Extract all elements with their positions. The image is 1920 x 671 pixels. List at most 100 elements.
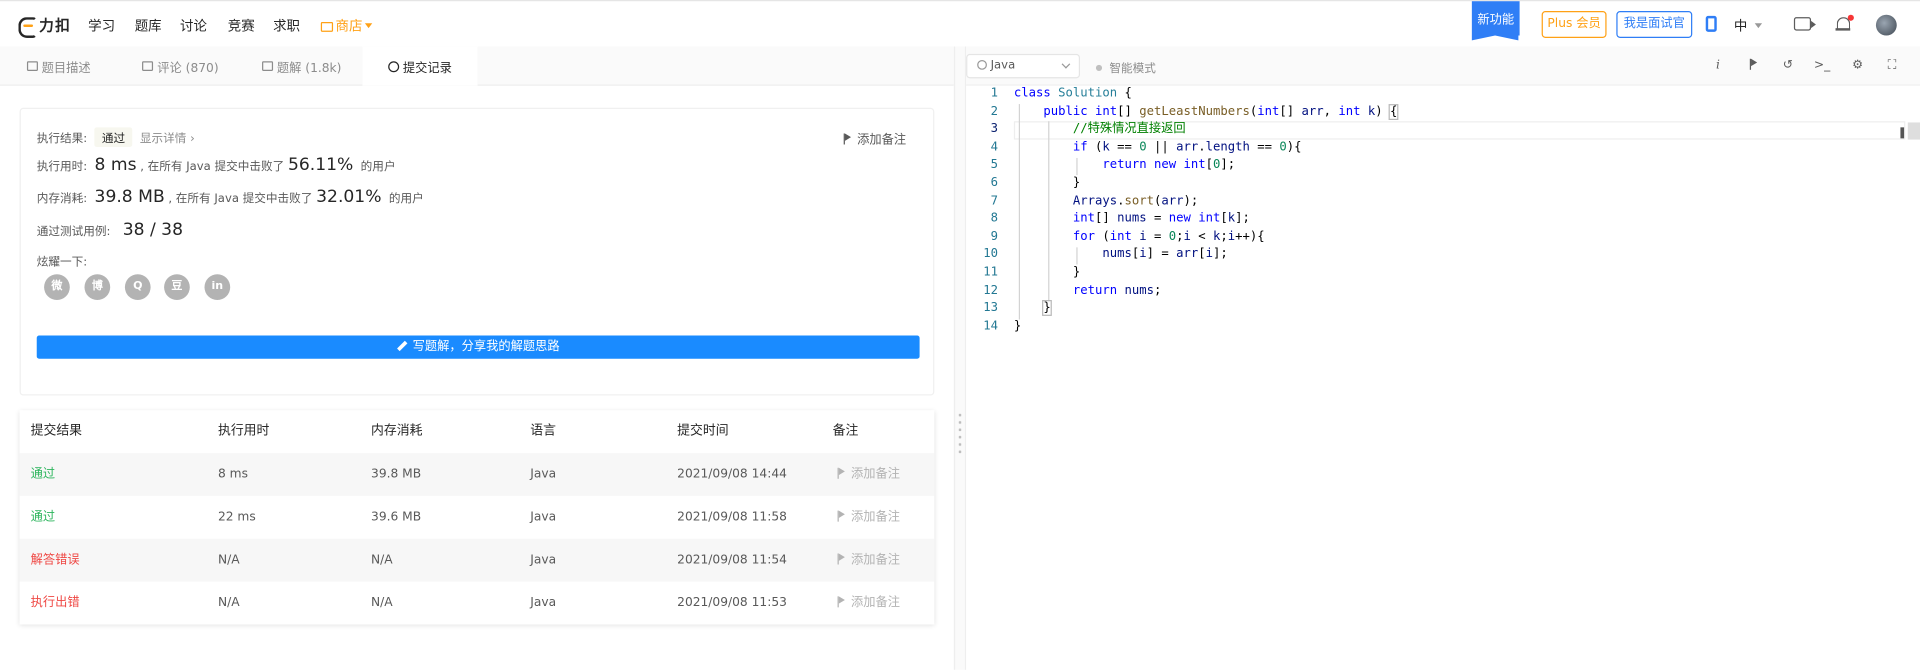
tab-submissions[interactable]: 提交记录 xyxy=(362,46,478,86)
memory-row: 内存消耗: 39.8 MB, 在所有 Java 提交中击败了 32.01% 的用户 xyxy=(37,187,424,207)
drag-handle-icon[interactable] xyxy=(958,411,962,456)
status-badge: 通过 xyxy=(94,127,133,147)
nav-link-jobs[interactable]: 求职 xyxy=(273,16,300,36)
submission-time: 2021/09/08 14:44 xyxy=(677,467,787,482)
description-icon xyxy=(26,61,38,72)
memory-text: , 在所有 Java 提交中击败了 xyxy=(168,192,313,206)
add-note-label: 添加备注 xyxy=(851,510,901,525)
logo-text: 力扣 xyxy=(39,16,72,34)
submission-time: 2021/09/08 11:53 xyxy=(677,596,787,610)
mobile-icon[interactable] xyxy=(1705,15,1717,32)
smart-mode-toggle[interactable]: 智能模式 xyxy=(1095,59,1156,76)
code-editor[interactable]: 1 class Solution { 2 public int[] getLeas… xyxy=(966,85,1920,670)
settings-icon[interactable]: ⚙ xyxy=(1849,58,1866,75)
runtime-percentile: 56.11% xyxy=(287,155,354,176)
tab-label: 题解 (1.8k) xyxy=(276,61,342,76)
memory-label: 内存消耗: xyxy=(36,192,88,206)
testcases-label: 通过测试用例: xyxy=(36,225,111,239)
submission-runtime: 22 ms xyxy=(217,510,256,525)
flag-icon xyxy=(843,133,853,145)
runtime-row: 执行用时: 8 ms, 在所有 Java 提交中击败了 56.11% 的用户 xyxy=(37,156,396,176)
submission-status[interactable]: 通过 xyxy=(31,453,55,496)
pane-resizer[interactable] xyxy=(953,46,967,670)
nav-link-problems[interactable]: 题库 xyxy=(135,16,162,36)
submission-language: Java xyxy=(530,510,557,525)
runtime-text: , 在所有 Java 提交中击败了 xyxy=(140,160,285,174)
top-nav: 力扣 学习 题库 讨论 竞赛 求职 商店 新功能 Plus 会员 我是面试官 中 xyxy=(0,0,1920,47)
nav-link-discuss[interactable]: 讨论 xyxy=(180,16,207,36)
language-value: Java xyxy=(990,58,1016,73)
clock-icon xyxy=(388,60,400,72)
console-icon[interactable]: >_ xyxy=(1813,58,1830,75)
chevron-down-icon xyxy=(1061,59,1071,69)
submission-status[interactable]: 执行出错 xyxy=(31,582,80,625)
add-note-button[interactable]: 添加备注 xyxy=(837,539,901,582)
info-icon[interactable]: i xyxy=(1709,58,1726,75)
avatar[interactable] xyxy=(1875,14,1897,36)
result-status-row: 执行结果: 通过 显示详情 › xyxy=(37,127,195,147)
add-note-button[interactable]: 添加备注 xyxy=(837,453,901,496)
playground-icon[interactable] xyxy=(1793,17,1816,31)
runtime-label: 执行用时: xyxy=(36,160,88,174)
tab-description[interactable]: 题目描述 xyxy=(0,47,118,86)
add-note-button[interactable]: 添加备注 xyxy=(837,582,900,625)
add-note-label: 添加备注 xyxy=(851,467,901,482)
editor-scrollbar[interactable] xyxy=(1900,122,1920,140)
fullscreen-icon[interactable]: ⛶ xyxy=(1883,58,1900,75)
shop-label: 商店 xyxy=(335,18,363,35)
table-row[interactable]: 通过 8 ms 39.8 MB Java 2021/09/08 14:44 添加… xyxy=(19,453,935,496)
column-header: 内存消耗 xyxy=(371,423,423,439)
linkedin-icon[interactable]: in xyxy=(204,274,231,301)
submission-memory: 39.6 MB xyxy=(371,510,422,525)
flag-shape xyxy=(1749,58,1758,70)
submission-memory: N/A xyxy=(371,596,393,610)
submission-status[interactable]: 通过 xyxy=(31,496,55,539)
plus-member-button[interactable]: Plus 会员 xyxy=(1541,11,1607,38)
tab-label: 提交记录 xyxy=(402,61,452,76)
table-row[interactable]: 通过 22 ms 39.6 MB Java 2021/09/08 11:58 添… xyxy=(20,496,935,539)
pencil-icon xyxy=(397,340,408,352)
flag-icon xyxy=(837,510,847,522)
submission-runtime: N/A xyxy=(217,596,240,610)
tab-comments[interactable]: 评论 (870) xyxy=(122,47,238,86)
runtime-value: 8 ms xyxy=(94,155,137,176)
submission-language: Java xyxy=(530,553,557,567)
leetcode-logo[interactable]: 力扣 xyxy=(17,15,72,38)
memory-suffix: 的用户 xyxy=(388,192,424,206)
show-details-link[interactable]: 显示详情 › xyxy=(140,132,195,145)
column-header: 备注 xyxy=(832,423,859,439)
nav-link-learn[interactable]: 学习 xyxy=(88,16,115,36)
submission-time: 2021/09/08 11:58 xyxy=(677,510,787,525)
wechat-icon[interactable]: 微 xyxy=(44,274,70,301)
reset-icon[interactable]: ↺ xyxy=(1779,58,1796,75)
add-note-button[interactable]: 添加备注 xyxy=(843,129,906,147)
memory-value: 39.8 MB xyxy=(94,187,165,207)
add-note-label: 添加备注 xyxy=(851,553,901,567)
language-switch[interactable]: 中 xyxy=(1733,16,1763,36)
nav-link-contest[interactable]: 竞赛 xyxy=(228,16,255,36)
testcases-row: 通过测试用例: 38 / 38 xyxy=(37,220,187,240)
info-icon xyxy=(977,60,987,70)
qq-icon[interactable]: Q xyxy=(124,274,151,301)
table-row[interactable]: 解答错误 N/A N/A Java 2021/09/08 11:54 添加备注 xyxy=(19,538,935,582)
douban-icon[interactable]: 豆 xyxy=(164,274,190,301)
new-feature-badge[interactable]: 新功能 xyxy=(1471,1,1520,41)
tab-solutions[interactable]: 题解 (1.8k) xyxy=(244,47,360,86)
language-label: 中 xyxy=(1733,18,1748,35)
problem-tabs: 题目描述 评论 (870) 题解 (1.8k) 提交记录 xyxy=(0,46,954,86)
submission-status[interactable]: 解答错误 xyxy=(31,539,80,582)
language-select[interactable]: Java xyxy=(966,53,1081,79)
flag-icon xyxy=(837,467,847,479)
write-solution-button[interactable]: 写题解，分享我的解题思路 xyxy=(36,335,920,359)
flag-icon[interactable] xyxy=(1745,58,1762,75)
nav-link-shop[interactable]: 商店 xyxy=(320,16,373,36)
submission-memory: 39.8 MB xyxy=(371,467,422,482)
submissions-table: 提交结果 执行用时 内存消耗 语言 提交时间 备注 通过 8 ms 39.8 M… xyxy=(19,410,935,625)
weibo-icon[interactable]: 博 xyxy=(84,274,111,301)
submission-result-card: 执行结果: 通过 显示详情 › 添加备注 执行用时: 8 ms, 在所有 Java 提… xyxy=(19,107,935,396)
editor-toolbar: Java 智能模式 i ↺ >_ ⚙ ⛶ xyxy=(966,46,1920,86)
table-row[interactable]: 执行出错 N/A N/A Java 2021/09/08 11:53 添加备注 xyxy=(20,582,935,625)
column-header: 执行用时 xyxy=(217,423,270,439)
add-note-button[interactable]: 添加备注 xyxy=(837,496,901,539)
interviewer-button[interactable]: 我是面试官 xyxy=(1616,11,1693,38)
